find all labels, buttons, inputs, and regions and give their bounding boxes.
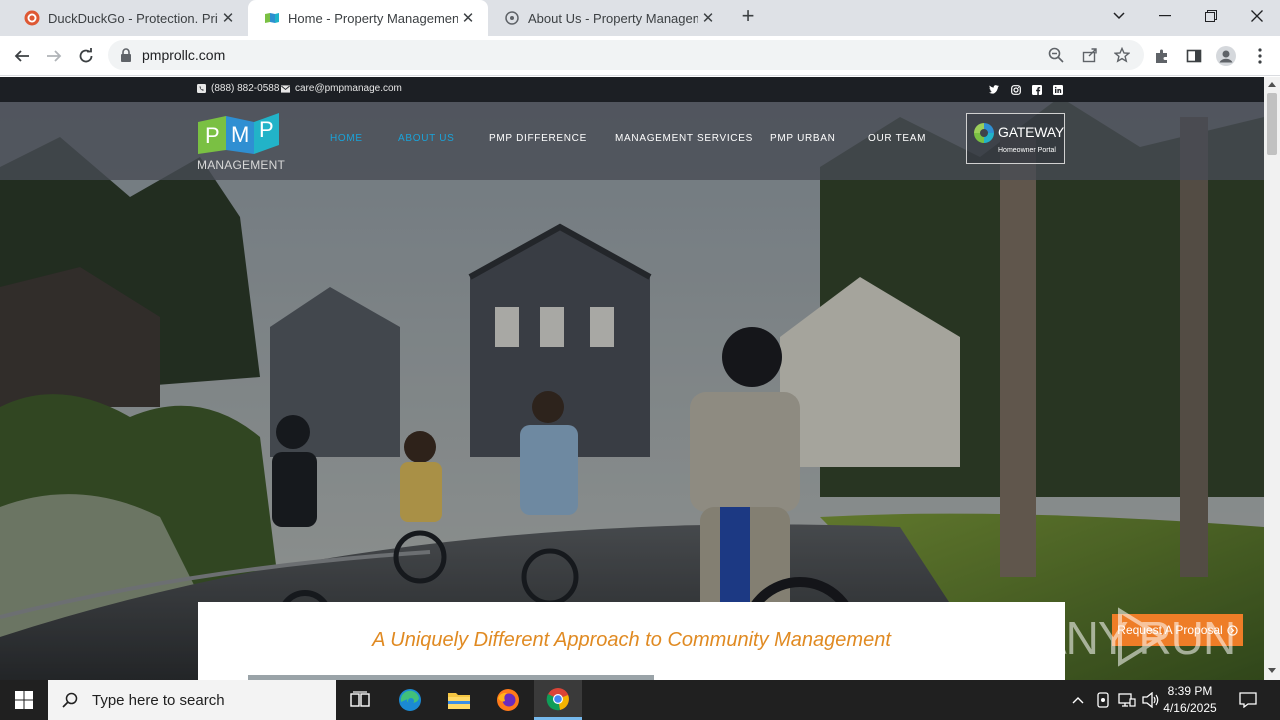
browser-toolbar: pmprollc.com	[0, 36, 1280, 76]
nav-home[interactable]: HOME	[330, 133, 363, 144]
pmp-favicon-icon	[264, 10, 280, 26]
tab-strip: DuckDuckGo - Protection. Privac ✕ Home -…	[0, 0, 1280, 36]
logo-letter-m: M	[231, 122, 249, 147]
pmp-logo-mark: P M P	[198, 113, 279, 154]
linkedin-icon[interactable]	[1052, 84, 1063, 95]
more-menu-icon[interactable]	[1250, 46, 1270, 66]
zoom-icon[interactable]	[1048, 47, 1064, 63]
address-bar[interactable]: pmprollc.com	[108, 40, 1144, 70]
scroll-up-arrow-icon[interactable]	[1268, 82, 1276, 87]
gateway-title: GATEWAY	[998, 124, 1065, 140]
taskbar-search-box[interactable]: Type here to search	[48, 680, 336, 720]
email-contact[interactable]: care@pmpmanage.com	[281, 83, 402, 94]
task-view-icon[interactable]	[336, 680, 384, 720]
gateway-subtitle: Homeowner Portal	[998, 147, 1056, 154]
tab-about-us[interactable]: About Us - Property Manageme ✕	[488, 0, 728, 36]
bookmark-star-icon[interactable]	[1114, 47, 1130, 63]
volume-icon[interactable]	[1141, 680, 1161, 720]
network-icon[interactable]	[1117, 680, 1137, 720]
taskbar-search-placeholder: Type here to search	[92, 691, 225, 709]
email-address: care@pmpmanage.com	[295, 83, 402, 94]
facebook-icon[interactable]	[1031, 84, 1042, 95]
tab-title: Home - Property Management I	[288, 10, 458, 26]
profile-avatar-icon[interactable]	[1216, 46, 1236, 66]
tab-home-property-management[interactable]: Home - Property Management I ✕	[248, 0, 488, 36]
minimize-icon[interactable]	[1142, 0, 1188, 32]
instagram-icon[interactable]	[1010, 84, 1021, 95]
close-window-icon[interactable]	[1234, 0, 1280, 32]
nav-pmp-difference[interactable]: PMP DIFFERENCE	[489, 133, 587, 144]
tab-duckduckgo[interactable]: DuckDuckGo - Protection. Privac ✕	[8, 0, 248, 36]
nav-pmp-urban[interactable]: PMP URBAN	[770, 133, 836, 144]
share-icon[interactable]	[1082, 47, 1098, 63]
tab-search-dropdown-icon[interactable]	[1096, 0, 1142, 32]
lock-icon[interactable]	[118, 47, 134, 63]
search-icon	[62, 692, 78, 708]
edge-browser-icon[interactable]	[386, 680, 434, 720]
nav-our-team[interactable]: OUR TEAM	[868, 133, 926, 144]
twitter-icon[interactable]	[988, 84, 999, 95]
scroll-down-arrow-icon[interactable]	[1268, 668, 1276, 673]
reload-icon[interactable]	[74, 44, 98, 68]
nav-management-services[interactable]: MANAGEMENT SERVICES	[615, 133, 753, 144]
device-tray-icon[interactable]	[1094, 680, 1112, 720]
show-hidden-icons-chevron-icon[interactable]	[1068, 680, 1088, 720]
forward-arrow-icon[interactable]	[42, 44, 66, 68]
contact-topbar: (888) 882-0588 care@pmpmanage.com	[0, 77, 1264, 102]
logo-label: MANAGEMENT	[197, 158, 286, 172]
tagline-heading: A Uniquely Different Approach to Communi…	[372, 629, 891, 651]
clock-time: 8:39 PM	[1167, 684, 1213, 698]
pmp-management-logo[interactable]: P M P MANAGEMENT	[197, 110, 285, 172]
duckduckgo-icon	[24, 10, 40, 26]
main-navigation: P M P MANAGEMENT HOME ABOUT US PMP DIFFE…	[0, 102, 1264, 180]
envelope-icon	[281, 84, 290, 93]
gateway-swirl-icon	[974, 123, 994, 143]
nav-about-us[interactable]: ABOUT US	[398, 133, 455, 144]
tab-title: DuckDuckGo - Protection. Privac	[48, 10, 218, 26]
gateway-portal-button[interactable]: GATEWAY Homeowner Portal	[966, 113, 1065, 164]
windows-taskbar: Type here to search 8:39 PM 4/16/2025	[0, 680, 1280, 720]
url-text[interactable]: pmprollc.com	[142, 47, 225, 63]
chrome-taskbar-icon[interactable]	[534, 680, 582, 720]
anyrun-watermark: ANY RUN	[1036, 605, 1236, 667]
page-viewport: (888) 882-0588 care@pmpmanage.com P M P …	[0, 77, 1264, 680]
windows-start-button[interactable]	[0, 680, 48, 720]
close-tab-icon[interactable]: ✕	[218, 9, 238, 27]
globe-icon	[504, 10, 520, 26]
logo-letter-p1: P	[205, 123, 220, 148]
clock-date: 4/16/2025	[1163, 701, 1217, 715]
close-tab-icon[interactable]: ✕	[458, 9, 478, 27]
firefox-icon[interactable]	[484, 680, 532, 720]
side-panel-icon[interactable]	[1184, 46, 1204, 66]
phone-contact[interactable]: (888) 882-0588	[197, 83, 279, 94]
taskbar-clock[interactable]: 8:39 PM 4/16/2025	[1160, 683, 1220, 717]
phone-number: (888) 882-0588	[211, 83, 280, 94]
intro-card: A Uniquely Different Approach to Communi…	[198, 602, 1065, 680]
phone-icon	[197, 84, 206, 93]
tab-title: About Us - Property Manageme	[528, 10, 698, 26]
close-tab-icon[interactable]: ✕	[698, 9, 718, 27]
new-tab-button[interactable]: +	[736, 4, 760, 28]
file-explorer-icon[interactable]	[435, 680, 483, 720]
back-arrow-icon[interactable]	[10, 44, 34, 68]
notifications-icon[interactable]	[1234, 680, 1262, 720]
windows-logo-icon	[15, 691, 33, 709]
scrollbar-thumb[interactable]	[1267, 93, 1277, 155]
page-scrollbar[interactable]	[1264, 77, 1280, 680]
restore-icon[interactable]	[1188, 0, 1234, 32]
play-triangle-icon	[1118, 607, 1166, 667]
extensions-puzzle-icon[interactable]	[1152, 46, 1172, 66]
logo-letter-p2: P	[259, 117, 274, 142]
